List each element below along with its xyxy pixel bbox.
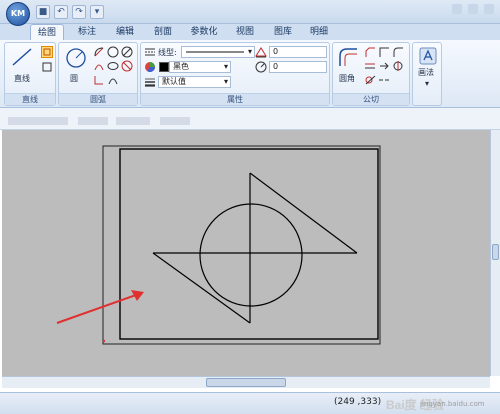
tab-view[interactable]: 视图: [228, 24, 262, 40]
circle-slash-icon[interactable]: [121, 46, 133, 58]
fillet-tool-icon[interactable]: [337, 46, 359, 68]
drawing-canvas[interactable]: [2, 130, 490, 376]
dropdown-arrow-icon[interactable]: ▾: [90, 5, 104, 19]
corner-icon[interactable]: [378, 46, 390, 58]
annotation-arrow-shaft: [56, 294, 137, 324]
draw-method-icon[interactable]: [419, 47, 437, 65]
chamfer-icon[interactable]: [364, 46, 376, 58]
blurred-document-tab: [78, 117, 108, 125]
circle-tool-icon[interactable]: [65, 47, 87, 69]
tab-parametric[interactable]: 参数化: [184, 24, 224, 40]
lineweight-value: 默认值: [162, 77, 186, 86]
title-bar: KM ■ ↶ ↷ ▾: [0, 0, 500, 26]
half-arc-icon[interactable]: [107, 74, 119, 86]
group-tangent: 圆角 公切: [332, 42, 410, 106]
tab-section[interactable]: 剖面: [146, 24, 180, 40]
sheet-outer-border: [102, 145, 381, 345]
color-value: 黑色: [173, 62, 189, 71]
linetype-select[interactable]: ▾: [181, 46, 255, 58]
group-properties: 线型: ▾ 黑色 ▾ 默认值 ▾ 0 0 属性: [140, 42, 330, 106]
trim-icon[interactable]: [392, 60, 404, 72]
drawn-circle: [199, 203, 303, 307]
save-icon[interactable]: ■: [36, 5, 50, 19]
dropdown-arrow-icon: ▾: [223, 77, 228, 86]
arc-icon[interactable]: [93, 46, 105, 58]
arc-tangent-icon[interactable]: [93, 74, 105, 86]
maximize-icon[interactable]: [468, 4, 478, 14]
color-wheel-icon: [145, 62, 155, 72]
ribbon-tab-bar: 绘图 标注 编辑 剖面 参数化 视图 图库 明细: [0, 24, 500, 40]
line-tool-icon[interactable]: [11, 47, 33, 67]
group-label-properties: 属性: [141, 93, 329, 105]
linetype-label: 线型:: [158, 48, 177, 57]
angle-icon: [255, 61, 267, 73]
group-line: 直线 直线: [4, 42, 56, 106]
group-draw-method: 画法 ▾: [412, 42, 442, 106]
color-select[interactable]: 黑色 ▾: [169, 61, 231, 73]
tab-edit[interactable]: 编辑: [108, 24, 142, 40]
lineweight-icon: [145, 78, 155, 87]
three-point-arc-icon[interactable]: [93, 60, 105, 72]
minimize-icon[interactable]: [452, 4, 462, 14]
width-icon: [255, 47, 267, 58]
blurred-document-tab: [8, 117, 68, 125]
redo-icon[interactable]: ↷: [72, 5, 86, 19]
horizontal-scroll-thumb[interactable]: [206, 378, 286, 387]
blurred-document-tab: [160, 117, 190, 125]
line-button-label[interactable]: 直线: [14, 73, 30, 84]
width-input[interactable]: 0: [269, 46, 327, 58]
dropdown-arrow-icon[interactable]: ▾: [425, 79, 429, 88]
tab-draw[interactable]: 绘图: [30, 24, 64, 40]
circle-icon[interactable]: [107, 46, 119, 58]
watermark-url: jingyan.baidu.com: [420, 400, 485, 408]
rectangle-icon[interactable]: [41, 61, 53, 73]
no-circle-icon[interactable]: [121, 60, 133, 72]
rect-highlight-icon[interactable]: [41, 46, 53, 58]
undo-icon[interactable]: ↶: [54, 5, 68, 19]
tangent-circle-icon[interactable]: [364, 74, 376, 86]
tab-library[interactable]: 图库: [266, 24, 300, 40]
app-logo[interactable]: KM: [6, 2, 30, 26]
ribbon: 直线 直线 圆 圆弧 线型: ▾ 黑色 ▾ 默认值 ▾ 0 0 属性 圆角 公切…: [0, 40, 500, 108]
dropdown-arrow-icon: ▾: [223, 62, 228, 71]
group-arc: 圆 圆弧: [58, 42, 138, 106]
break-icon[interactable]: [378, 74, 390, 86]
color-swatch: [159, 62, 169, 72]
document-tab-strip: [0, 108, 500, 130]
tab-dimension[interactable]: 标注: [70, 24, 104, 40]
close-icon[interactable]: [484, 4, 494, 14]
linetype-icon: [145, 48, 155, 56]
fillet-button-label[interactable]: 圆角: [339, 73, 355, 84]
group-label-tangent: 公切: [333, 93, 409, 105]
circle-button-label[interactable]: 圆: [70, 73, 78, 84]
arc-corner-icon[interactable]: [392, 46, 404, 58]
group-label-arc: 圆弧: [59, 93, 137, 105]
blurred-document-tab: [116, 117, 150, 125]
window-controls: [452, 4, 494, 14]
drawing-svg: [56, 145, 381, 345]
extend-icon[interactable]: [378, 60, 390, 72]
vertical-scroll-thumb[interactable]: [492, 244, 499, 260]
dropdown-arrow-icon: ▾: [247, 47, 252, 56]
lineweight-select[interactable]: 默认值 ▾: [158, 76, 231, 88]
draw-method-button-label[interactable]: 画法: [418, 67, 434, 78]
drawing-frame: [119, 148, 379, 340]
quick-access-toolbar: ■ ↶ ↷ ▾: [36, 5, 104, 19]
vertical-scrollbar[interactable]: [490, 130, 500, 376]
triangle-left-edge: [152, 252, 251, 324]
angle-input[interactable]: 0: [269, 61, 327, 73]
origin-marker: [102, 339, 106, 343]
split-icon[interactable]: [364, 60, 376, 72]
triangle-right-edge: [249, 172, 358, 254]
horizontal-scrollbar[interactable]: [2, 376, 490, 388]
group-label-line: 直线: [5, 93, 55, 105]
cursor-coordinates: (249 ,333): [334, 397, 382, 407]
ellipse-icon[interactable]: [107, 60, 119, 72]
tab-detail[interactable]: 明细: [302, 24, 336, 40]
